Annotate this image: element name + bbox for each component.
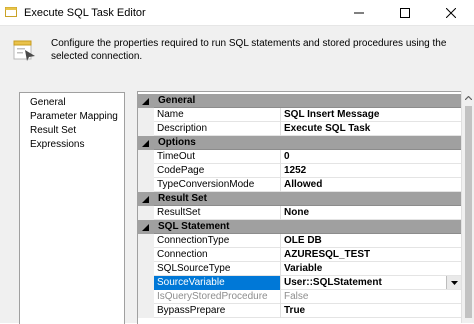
property-row-typeconversionmode[interactable]: TypeConversionMode Allowed [138,178,462,192]
property-value[interactable]: Variable [284,263,322,274]
property-row-connectiontype[interactable]: ConnectionType OLE DB [138,234,462,248]
property-name: SourceVariable [157,277,225,288]
category-label: Options [158,137,196,148]
window-title: Execute SQL Task Editor [24,7,146,19]
nav-list: General Parameter Mapping Result Set Exp… [19,92,125,324]
property-row-sqlsourcetype[interactable]: SQLSourceType Variable [138,262,462,276]
property-row-timeout[interactable]: TimeOut 0 [138,150,462,164]
property-row-isquerystoredprocedure[interactable]: IsQueryStoredProcedure False [138,290,462,304]
property-name: SQLSourceType [157,263,231,274]
property-row-sourcevariable[interactable]: SourceVariable User::SQLStatement [138,276,462,290]
property-name: BypassPrepare [157,305,226,316]
property-value[interactable]: SQL Insert Message [284,109,379,120]
collapse-icon[interactable] [142,98,149,105]
vertical-scrollbar[interactable] [461,91,474,323]
nav-item-expressions[interactable]: Expressions [30,139,84,150]
close-icon [446,7,456,18]
close-button[interactable] [428,0,474,25]
category-result-set[interactable]: Result Set [138,192,462,206]
property-value[interactable]: 1252 [284,165,306,176]
sql-task-icon [5,7,17,17]
property-value[interactable]: None [284,207,309,218]
property-row-resultset[interactable]: ResultSet None [138,206,462,220]
maximize-icon [400,7,410,18]
dialog-body: General Parameter Mapping Result Set Exp… [0,84,474,324]
minimize-button[interactable] [336,0,382,25]
property-name: IsQueryStoredProcedure [157,291,268,302]
collapse-icon[interactable] [142,140,149,147]
nav-item-result-set[interactable]: Result Set [30,125,76,136]
property-grid: General Name SQL Insert Message Descript… [137,91,462,324]
property-name: TypeConversionMode [157,179,255,190]
chevron-up-icon [465,95,472,100]
property-name: ConnectionType [157,235,230,246]
header-description: Configure the properties required to run… [51,38,447,62]
property-value[interactable]: Execute SQL Task [284,123,370,134]
title-bar: Execute SQL Task Editor [0,0,474,25]
property-row-bypassprepare[interactable]: BypassPrepare True [138,304,462,318]
nav-item-parameter-mapping[interactable]: Parameter Mapping [30,111,118,122]
category-sql-statement[interactable]: SQL Statement [138,220,462,234]
category-options[interactable]: Options [138,136,462,150]
category-label: SQL Statement [158,221,230,232]
collapse-icon[interactable] [142,196,149,203]
property-name: Name [157,109,184,120]
configure-icon [13,40,35,61]
scroll-thumb[interactable] [465,106,472,318]
property-name: TimeOut [157,151,195,162]
property-value[interactable]: OLE DB [284,235,322,246]
dialog-header: Configure the properties required to run… [0,25,474,85]
property-name: CodePage [157,165,205,176]
property-value[interactable]: 0 [284,151,290,162]
property-value[interactable]: AZURESQL_TEST [284,249,370,260]
chevron-down-icon [450,280,458,285]
property-name: Connection [157,249,208,260]
property-value[interactable]: Allowed [284,179,322,190]
collapse-icon[interactable] [142,224,149,231]
property-row-codepage[interactable]: CodePage 1252 [138,164,462,178]
property-value[interactable]: User::SQLStatement [284,277,382,288]
nav-item-general[interactable]: General [30,97,66,108]
property-value: False [284,291,309,302]
minimize-icon [354,12,364,13]
property-name: Description [157,123,208,134]
property-value[interactable]: True [284,305,305,316]
category-general[interactable]: General [138,94,462,108]
scroll-up-button[interactable] [462,91,474,104]
category-label: General [158,95,196,106]
category-label: Result Set [158,193,207,204]
dropdown-button[interactable] [446,276,461,289]
property-row-connection[interactable]: Connection AZURESQL_TEST [138,248,462,262]
property-name: ResultSet [157,207,201,218]
maximize-button[interactable] [382,0,428,25]
property-row-description[interactable]: Description Execute SQL Task [138,122,462,136]
property-row-name[interactable]: Name SQL Insert Message [138,108,462,122]
